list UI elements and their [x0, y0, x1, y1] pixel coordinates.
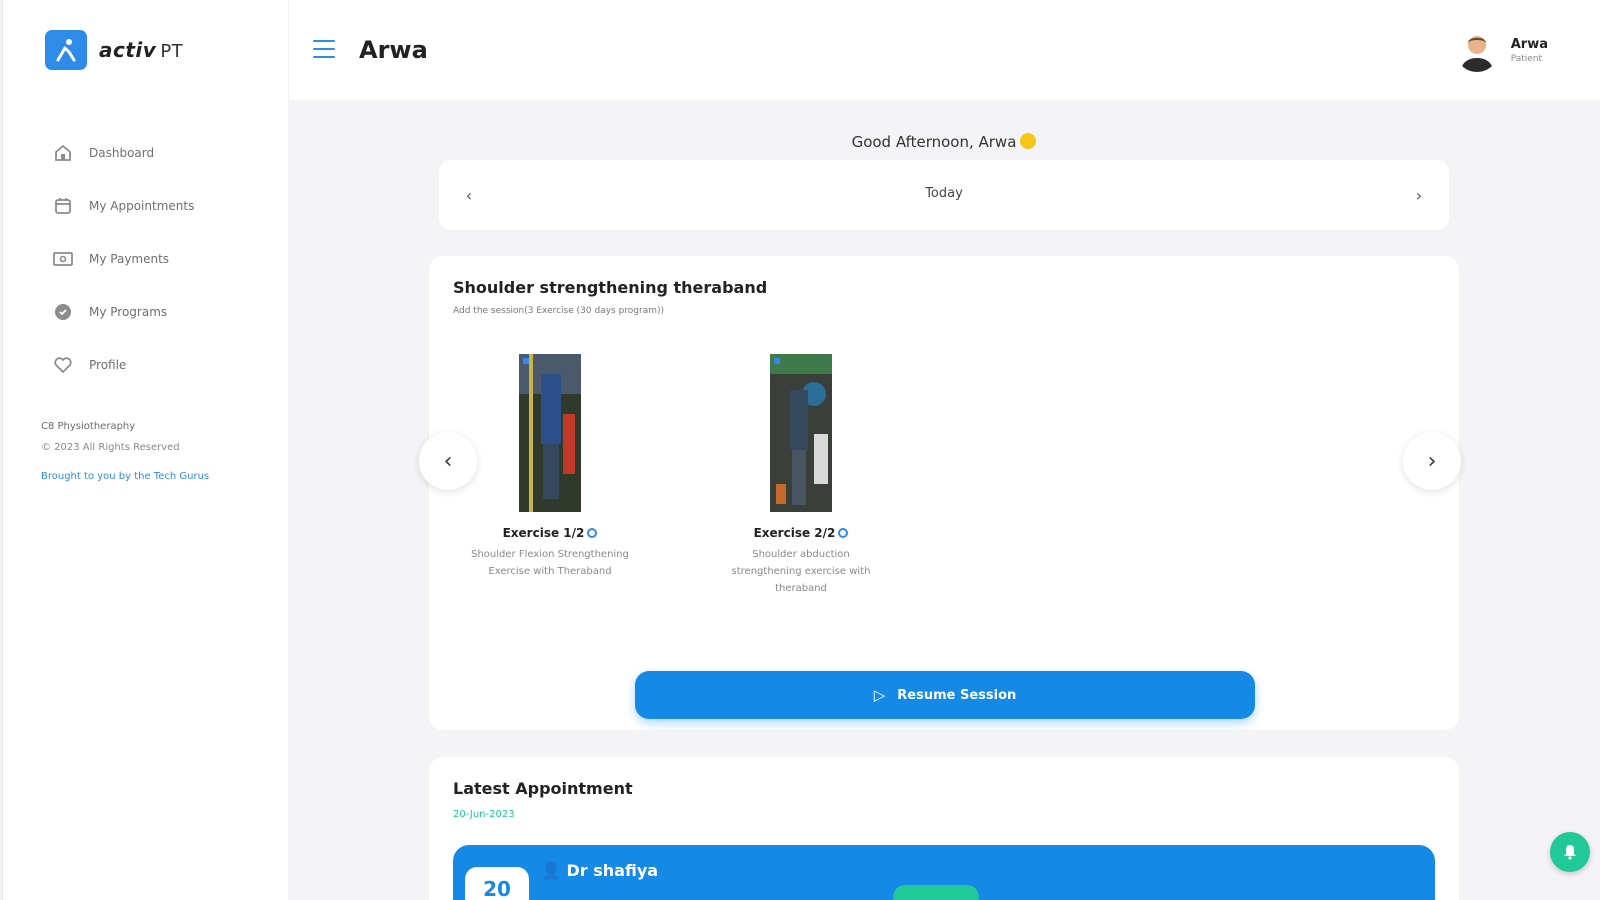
latest-appointment-title: Latest Appointment: [453, 779, 633, 798]
sidebar-item-appointments[interactable]: My Appointments: [51, 179, 194, 232]
avatar: [1454, 28, 1499, 72]
credit-link[interactable]: Brought to you by the Tech Gurus: [41, 466, 209, 487]
sidebar-item-programs[interactable]: My Programs: [51, 285, 194, 338]
exercise-item[interactable]: Exercise 2/2 Shoulder abduction strength…: [716, 354, 886, 597]
sidebar-item-label: My Appointments: [89, 198, 195, 213]
sidebar-item-label: Dashboard: [89, 145, 155, 160]
appointment-day: 20: [465, 867, 529, 900]
exercise-title: Exercise 1/2: [465, 526, 635, 540]
sidebar-item-label: Profile: [89, 357, 127, 372]
sidebar-item-payments[interactable]: My Payments: [51, 232, 194, 285]
notification-fab[interactable]: [1550, 832, 1590, 872]
user-name: Arwa: [1510, 36, 1548, 52]
sidebar-item-label: My Programs: [89, 304, 168, 319]
brand-logo[interactable]: activ PT: [45, 30, 183, 70]
sidebar-item-label: My Payments: [89, 251, 170, 266]
date-navigator: ‹ Today ›: [439, 160, 1449, 230]
status-circle-icon: [587, 528, 598, 538]
program-card: Shoulder strengthening theraband Add the…: [419, 256, 1461, 730]
page-title: Arwa: [359, 36, 428, 64]
latest-appointment-card: Latest Appointment 20-Jun-2023 20 👤 Dr s…: [429, 757, 1459, 900]
payment-icon: [51, 247, 75, 271]
user-menu[interactable]: Arwa Patient: [1454, 28, 1548, 72]
exercise-title: Exercise 2/2: [716, 526, 886, 540]
bell-icon: [1564, 845, 1576, 860]
exercise-description: Shoulder abduction strengthening exercis…: [731, 549, 871, 594]
company-name: C8 Physiotheraphy: [41, 421, 136, 432]
play-icon: ▷: [873, 686, 886, 704]
home-icon: [51, 141, 75, 165]
sidebar-item-dashboard[interactable]: Dashboard: [51, 126, 194, 179]
exercise-item[interactable]: Exercise 1/2 Shoulder Flexion Strengthen…: [465, 354, 635, 580]
sidebar-item-profile[interactable]: Profile: [51, 338, 194, 391]
carousel-next-button[interactable]: ›: [1403, 432, 1461, 490]
resume-session-button[interactable]: ▷ Resume Session: [635, 671, 1255, 719]
sidebar-nav: Dashboard My Appointments My Payments My…: [51, 126, 194, 391]
top-bar: Arwa Arwa Patient: [289, 0, 1600, 100]
smile-emoji-icon: [1020, 133, 1037, 149]
copyright-text: © 2023 All Rights Reserved: [41, 442, 180, 453]
user-icon: 👤: [541, 861, 561, 880]
activpt-logo-icon: [45, 30, 87, 70]
exercise-thumbnail[interactable]: [519, 354, 581, 512]
appointment-item[interactable]: 20 👤 Dr shafiya: [453, 845, 1435, 900]
status-circle-icon: [838, 528, 849, 538]
date-label: Today: [925, 186, 963, 201]
program-title: Shoulder strengthening theraband: [453, 278, 768, 297]
heart-icon: [51, 353, 75, 377]
exercise-thumbnail[interactable]: [770, 354, 832, 512]
chevron-right-icon[interactable]: ›: [1407, 183, 1431, 207]
resume-session-label: Resume Session: [897, 687, 1017, 703]
sidebar-footer: C8 Physiotheraphy © 2023 All Rights Rese…: [41, 416, 209, 487]
sidebar: activ PT Dashboard My Appointments My Pay…: [2, 0, 288, 900]
hamburger-menu-icon[interactable]: [313, 40, 335, 60]
appointment-date: 20-Jun-2023: [453, 809, 515, 820]
user-info: Arwa Patient: [1511, 37, 1548, 64]
appointment-doctor: 👤 Dr shafiya: [541, 861, 659, 880]
exercise-description: Shoulder Flexion Strengthening Exercise …: [471, 549, 629, 577]
programs-icon: [51, 300, 75, 324]
greeting: Good Afternoon, Arwa: [439, 133, 1449, 151]
brand-name: activ PT: [99, 38, 184, 62]
status-badge: [893, 885, 979, 900]
user-role: Patient: [1510, 53, 1543, 64]
program-subtitle: Add the session(3 Exercise (30 days prog…: [453, 306, 665, 316]
calendar-icon: [51, 194, 75, 218]
